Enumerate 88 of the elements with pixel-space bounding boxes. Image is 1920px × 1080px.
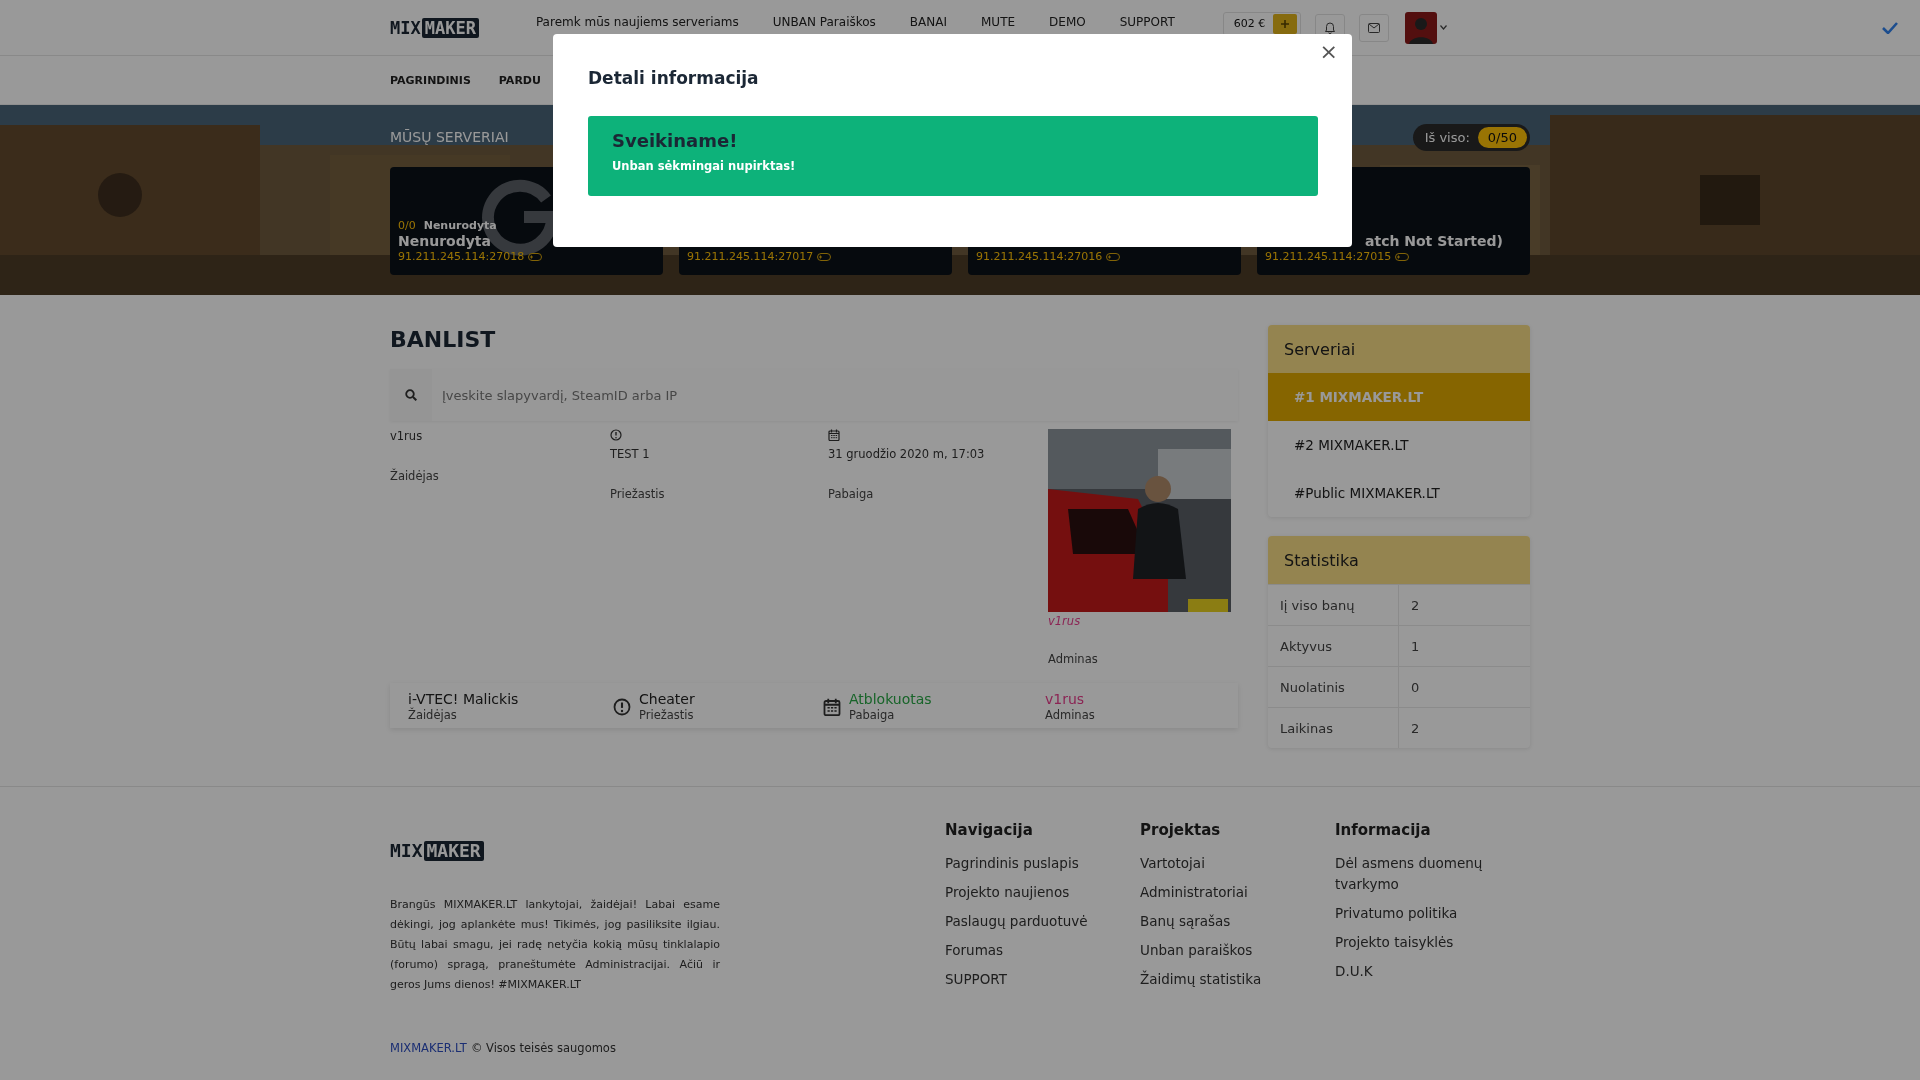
admin-name: v1rus: [1045, 691, 1086, 708]
nav-link[interactable]: UNBAN Paraiškos: [772, 14, 876, 29]
add-funds-button[interactable]: [1273, 13, 1298, 34]
footer-heading: Informacija: [1335, 821, 1432, 839]
info-icon: [613, 697, 631, 716]
table-cell: 2: [1399, 584, 1530, 625]
server-address: 91.211.245.114:27016: [976, 250, 1103, 263]
footer-link[interactable]: SUPPORT: [945, 969, 1140, 990]
field-label: Pabaiga: [828, 487, 874, 501]
field-label: Priežastis: [610, 487, 665, 501]
field-label: Adminas: [1045, 708, 1095, 722]
balance-amount: 602 €: [1233, 17, 1266, 30]
footer-link[interactable]: Privatumo politika: [1335, 903, 1530, 924]
nav-link[interactable]: MUTE: [981, 14, 1016, 29]
map-name: Nenurodyta: [423, 219, 497, 232]
admin-name: v1rus: [1048, 614, 1081, 628]
player-name: v1rus: [390, 429, 423, 443]
ban-row[interactable]: i-VTEC! Malickis Žaidėjas Cheater Priežastis Atblokuotas Pabaiga v1rus Adminas: [390, 683, 1238, 728]
footer-link[interactable]: Dėl asmens duomenų tvarkymo: [1335, 853, 1530, 895]
calendar-icon: [828, 429, 840, 441]
total-count: 0/50: [1477, 126, 1527, 148]
server-address: 91.211.245.114:27017: [687, 250, 814, 263]
field-label: Pabaiga: [849, 708, 896, 722]
field-label: Priežastis: [639, 708, 695, 722]
table-cell: Nuolatinis: [1268, 666, 1399, 707]
table-cell: 0: [1399, 666, 1530, 707]
server-name: Nenurodyta: [398, 233, 492, 249]
messages-button[interactable]: [1359, 13, 1390, 42]
server-name: atch Not Started): [1365, 233, 1503, 249]
panel-header: Serveriai: [1268, 325, 1530, 373]
footer-link[interactable]: Projekto naujienos: [945, 882, 1140, 903]
server-link[interactable]: #2 MIXMAKER.LT: [1268, 421, 1530, 469]
footer-link[interactable]: Projekto taisyklės: [1335, 932, 1530, 953]
footer-heading: Navigacija: [945, 821, 1034, 839]
footer-link[interactable]: Administratoriai: [1140, 882, 1335, 903]
caret-icon: [1440, 25, 1448, 30]
avatar-icon: [1405, 11, 1438, 44]
ban-end-date: 31 gruodžio 2020 m, 17:03: [828, 447, 985, 461]
table-cell: Iį viso banų: [1268, 584, 1399, 625]
footer-link[interactable]: Pagrindinis puslapis: [945, 853, 1140, 874]
info-icon: [610, 429, 622, 441]
table-cell: 2: [1399, 707, 1530, 748]
copyright-text: © Visos teisės saugomos: [470, 1041, 616, 1055]
table-cell: Aktyvus: [1268, 625, 1399, 666]
section-title: MŪSŲ SERVERIAI: [390, 129, 509, 145]
field-label: Žaidėjas: [390, 469, 439, 483]
user-menu[interactable]: [1405, 11, 1448, 44]
nav-link[interactable]: SUPPORT: [1119, 14, 1175, 29]
footer-link[interactable]: Vartotojai: [1140, 853, 1335, 874]
footer-link[interactable]: Unban paraiškos: [1140, 940, 1335, 961]
close-button[interactable]: ×: [1315, 40, 1342, 64]
ban-status: Atblokuotas: [849, 691, 932, 708]
player-count: 0/0: [398, 219, 416, 232]
footer-link[interactable]: Banų sąrašas: [1140, 911, 1335, 932]
footer-link[interactable]: Paslaugų parduotuvė: [945, 911, 1140, 932]
server-address: 91.211.245.114:27018: [398, 250, 525, 263]
footer-link[interactable]: Žaidimų statistika: [1140, 969, 1335, 990]
search-icon: [405, 389, 417, 401]
table-cell: 1: [1399, 625, 1530, 666]
field-label: Žaidėjas: [408, 708, 458, 722]
plus-icon: [1280, 18, 1291, 29]
server-address: 91.211.245.114:27015: [1265, 250, 1392, 263]
ban-reason: TEST 1: [610, 447, 650, 461]
envelope-icon: [1368, 22, 1381, 33]
bell-icon: [1324, 21, 1337, 34]
footer-heading: Projektas: [1140, 821, 1222, 839]
server-link[interactable]: #Public MIXMAKER.LT: [1268, 469, 1530, 517]
alert-title: Sveikiname!: [612, 130, 739, 151]
subnav-link[interactable]: PAGRINDINIS: [390, 73, 471, 87]
ban-reason: Cheater: [639, 691, 695, 708]
footer-link[interactable]: Forumas: [945, 940, 1140, 961]
player-name: i-VTEC! Malickis: [408, 691, 519, 707]
checkmark-icon: [1882, 21, 1898, 34]
nav-link[interactable]: BANAI: [909, 14, 947, 29]
modal-title: Detali informacija: [588, 68, 759, 88]
nav-link[interactable]: DEMO: [1049, 14, 1086, 29]
site-link[interactable]: MIXMAKER.LT: [390, 1041, 467, 1055]
footer-link[interactable]: D.U.K: [1335, 961, 1530, 982]
page-title: BANLIST: [390, 326, 497, 354]
nav-link[interactable]: Paremk mūs naujiems serveriams: [535, 14, 739, 29]
subnav-link[interactable]: PARDU: [498, 73, 541, 87]
panel-header: Statistika: [1268, 536, 1530, 584]
table-cell: Laikinas: [1268, 707, 1399, 748]
search-field[interactable]: Įveskite slapyvardį, SteamID arba IP: [390, 369, 1238, 421]
about-text: Brangūs MIXMAKER.LT lankytojai, žaidėjai! Labai esame dėkingi, jog aplankėte mus! Tikimės, jog pasiliksite ilgiau. Būtų labai smagu, jei radę netyčia kokią mūsų tinklalapio (forumo) spragą, praneštumėte Administracijai. Ačiū ir geros Jums dienos! #MIXMAKER.LT: [390, 897, 720, 993]
field-label: Adminas: [1048, 652, 1098, 666]
total-label: Iš viso:: [1424, 129, 1470, 145]
calendar-icon: [823, 697, 841, 716]
